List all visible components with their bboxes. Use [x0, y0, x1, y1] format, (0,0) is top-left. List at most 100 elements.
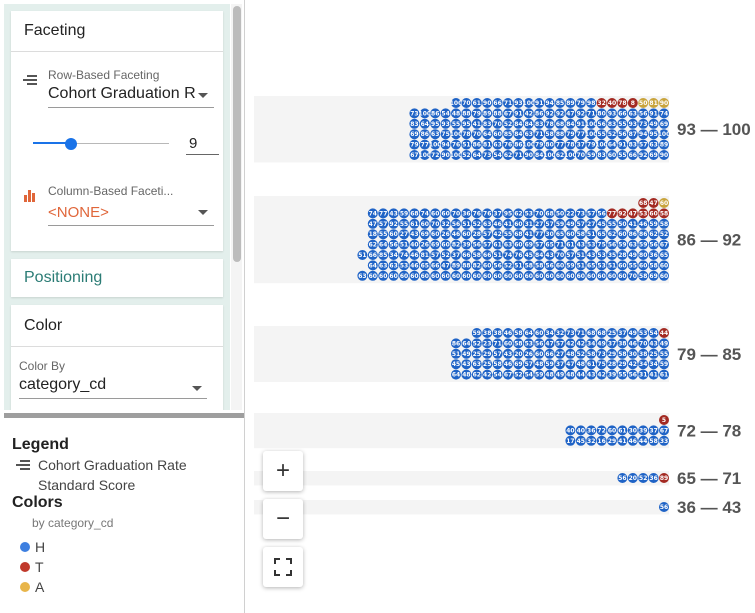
data-bubble[interactable]: 60: [534, 328, 545, 338]
data-bubble[interactable]: 85: [555, 98, 565, 108]
data-bubble[interactable]: 55: [659, 348, 669, 359]
data-bubble[interactable]: 47: [565, 108, 576, 119]
chevron-down-icon[interactable]: [198, 210, 208, 215]
data-bubble[interactable]: 60: [534, 348, 545, 359]
data-bubble[interactable]: 38: [617, 338, 628, 349]
data-bubble[interactable]: 77: [378, 208, 389, 219]
data-bubble[interactable]: 60: [378, 270, 389, 281]
data-bubble[interactable]: 84: [534, 250, 545, 260]
data-bubble[interactable]: 89: [565, 98, 576, 108]
data-bubble[interactable]: 51: [607, 260, 617, 271]
data-bubble[interactable]: 59: [638, 239, 649, 250]
data-bubble[interactable]: 37: [617, 328, 628, 338]
data-bubble[interactable]: 22: [565, 208, 576, 219]
data-bubble[interactable]: 64: [367, 260, 378, 271]
data-bubble[interactable]: 50: [638, 98, 649, 108]
data-bubble[interactable]: 57: [378, 218, 389, 229]
data-bubble[interactable]: 67: [659, 425, 669, 436]
data-bubble[interactable]: 62: [513, 208, 524, 219]
data-bubble[interactable]: 51: [461, 139, 472, 150]
data-bubble[interactable]: 62: [607, 229, 617, 240]
data-bubble[interactable]: 73: [638, 118, 649, 129]
data-bubble[interactable]: 58: [513, 338, 524, 349]
data-bubble[interactable]: 57: [586, 208, 597, 219]
data-bubble[interactable]: 57: [430, 250, 441, 260]
data-bubble[interactable]: 86: [638, 229, 649, 240]
data-bubble[interactable]: 59: [544, 359, 555, 370]
data-bubble[interactable]: 69: [648, 270, 659, 281]
data-bubble[interactable]: 52: [461, 150, 472, 160]
data-bubble[interactable]: 59: [555, 218, 565, 229]
data-bubble[interactable]: 52: [471, 218, 482, 229]
data-bubble[interactable]: 56: [607, 239, 617, 250]
data-bubble[interactable]: 48: [451, 108, 461, 119]
data-bubble[interactable]: 68: [638, 198, 649, 208]
data-bubble[interactable]: 44: [638, 435, 649, 446]
data-bubble[interactable]: 70: [638, 338, 649, 349]
data-bubble[interactable]: 56: [617, 473, 628, 483]
data-bubble[interactable]: 52: [471, 338, 482, 349]
data-bubble[interactable]: 36: [648, 473, 659, 483]
data-bubble[interactable]: 60: [367, 270, 378, 281]
data-bubble[interactable]: 60: [503, 338, 513, 349]
data-bubble[interactable]: 63: [492, 139, 503, 150]
data-bubble[interactable]: 89: [659, 473, 669, 483]
data-bubble[interactable]: 58: [534, 260, 545, 271]
data-bubble[interactable]: 45: [596, 218, 607, 229]
data-bubble[interactable]: 63: [627, 239, 638, 250]
data-bubble[interactable]: 43: [586, 250, 597, 260]
data-bubble[interactable]: 81: [648, 98, 659, 108]
data-bubble[interactable]: 78: [544, 118, 555, 129]
data-bubble[interactable]: 60: [586, 270, 597, 281]
data-bubble[interactable]: 60: [388, 270, 399, 281]
data-bubble[interactable]: 52: [607, 129, 617, 140]
data-bubble[interactable]: 63: [378, 260, 389, 271]
data-bubble[interactable]: 64: [461, 338, 472, 349]
data-bubble[interactable]: 26: [440, 229, 451, 240]
data-bubble[interactable]: 86: [627, 229, 638, 240]
data-bubble[interactable]: 51: [575, 250, 586, 260]
data-bubble[interactable]: 58: [648, 260, 659, 271]
data-bubble[interactable]: 92: [575, 108, 586, 119]
data-bubble[interactable]: 52: [513, 369, 524, 380]
data-bubble[interactable]: 55: [378, 229, 389, 240]
data-bubble[interactable]: 25: [648, 348, 659, 359]
data-bubble[interactable]: 60: [607, 425, 617, 436]
data-bubble[interactable]: 42: [575, 338, 586, 349]
data-bubble[interactable]: 27: [534, 218, 545, 229]
data-bubble[interactable]: 43: [503, 348, 513, 359]
data-bubble[interactable]: 53: [399, 260, 409, 271]
data-bubble[interactable]: 54: [523, 369, 534, 380]
data-bubble[interactable]: 84: [523, 118, 534, 129]
data-bubble[interactable]: 62: [503, 150, 513, 160]
data-bubble[interactable]: 54: [440, 108, 451, 119]
data-bubble[interactable]: 100: [419, 108, 432, 119]
data-bubble[interactable]: 62: [648, 229, 659, 240]
data-bubble[interactable]: 100: [658, 129, 671, 140]
data-bubble[interactable]: 55: [607, 218, 617, 229]
data-bubble[interactable]: 88: [555, 129, 565, 140]
data-bubble[interactable]: 28: [617, 250, 628, 260]
data-bubble[interactable]: 51: [357, 250, 368, 260]
data-bubble[interactable]: 54: [492, 150, 503, 160]
data-bubble[interactable]: 60: [451, 270, 461, 281]
data-bubble[interactable]: 27: [586, 218, 597, 229]
data-bubble[interactable]: 49: [596, 338, 607, 349]
data-bubble[interactable]: 23: [482, 338, 493, 349]
data-bubble[interactable]: 60: [617, 229, 628, 240]
data-bubble[interactable]: 46: [451, 229, 461, 240]
data-bubble[interactable]: 53: [523, 208, 534, 219]
data-bubble[interactable]: 91: [648, 108, 659, 119]
data-bubble[interactable]: 100: [543, 150, 556, 160]
data-bubble[interactable]: 56: [544, 260, 555, 271]
data-bubble[interactable]: 63: [388, 260, 399, 271]
panel-splitter[interactable]: [4, 413, 244, 418]
data-bubble[interactable]: 46: [627, 338, 638, 349]
data-bubble[interactable]: 61: [586, 359, 597, 370]
data-bubble[interactable]: 51: [513, 260, 524, 271]
data-bubble[interactable]: 80: [596, 108, 607, 119]
data-bubble[interactable]: 60: [617, 260, 628, 271]
data-bubble[interactable]: 66: [627, 150, 638, 160]
data-bubble[interactable]: 83: [482, 118, 493, 129]
data-bubble[interactable]: 60: [461, 229, 472, 240]
